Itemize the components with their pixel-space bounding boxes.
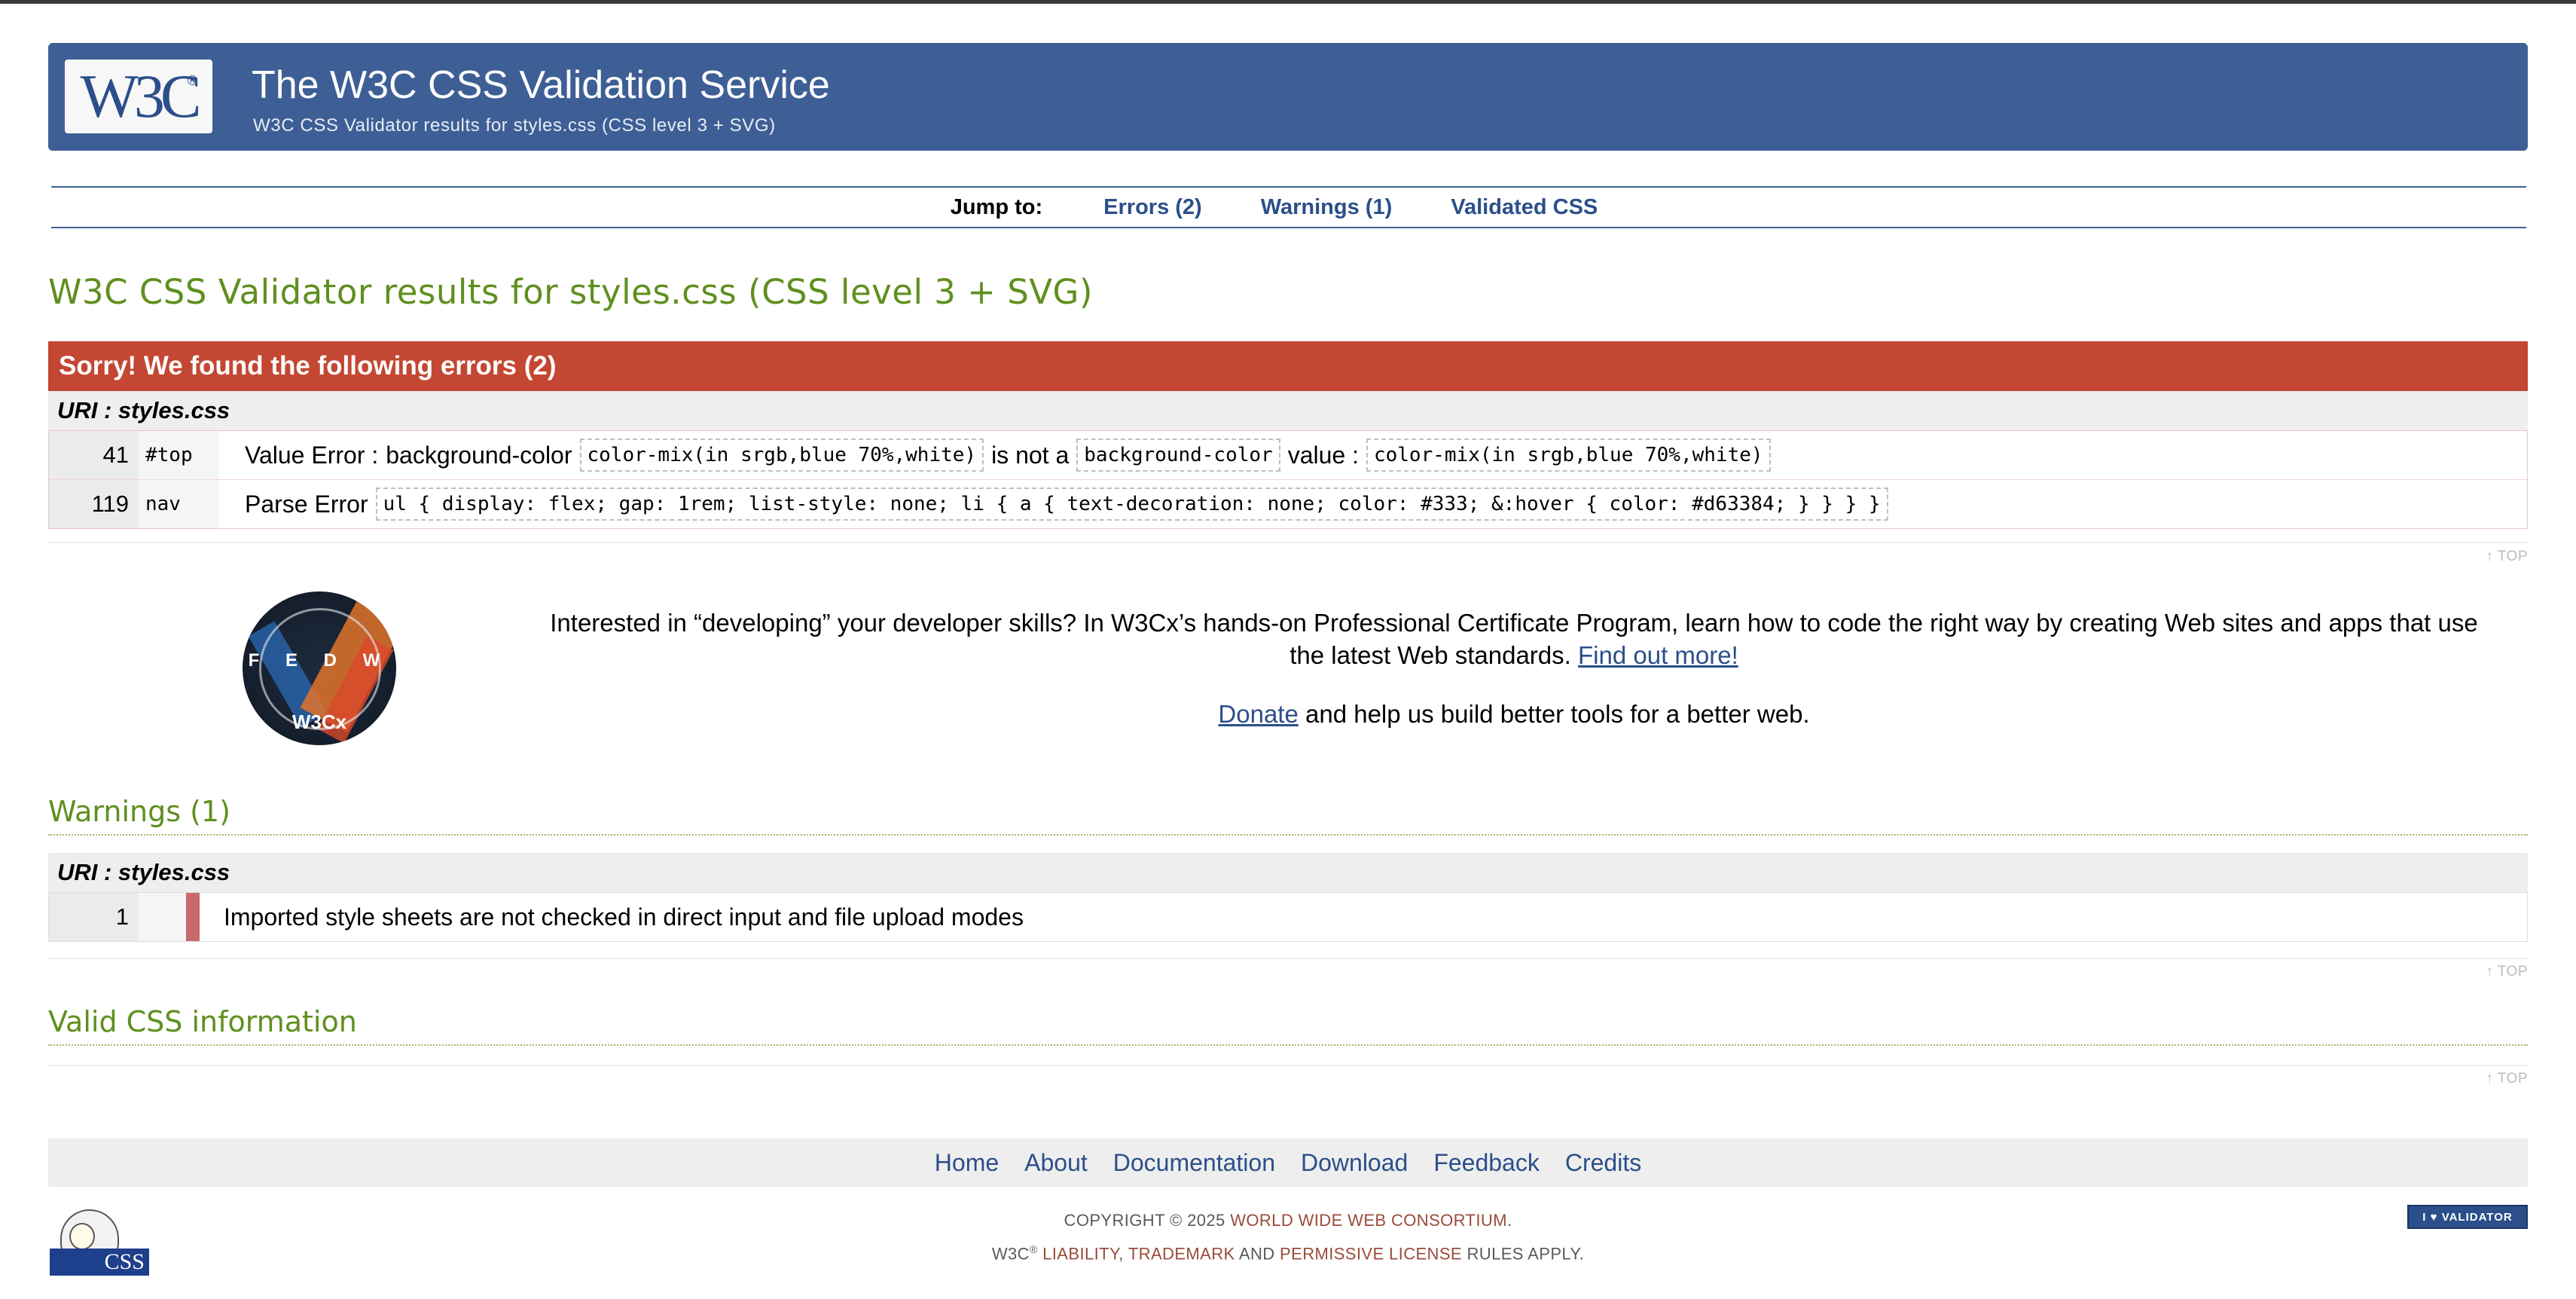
copyright-line: COPYRIGHT © 2025 WORLD WIDE WEB CONSORTI… xyxy=(1064,1211,1512,1230)
error-context: nav xyxy=(138,480,219,528)
footer-documentation-link[interactable]: Documentation xyxy=(1113,1149,1275,1177)
w3c-abbr: W3C xyxy=(991,1244,1030,1264)
divider xyxy=(48,958,2528,959)
warnings-table: 1 Imported style sheets are not checked … xyxy=(48,892,2528,942)
back-to-top-link[interactable]: ↑ TOP xyxy=(2486,1071,2528,1087)
find-out-more-link[interactable]: Find out more! xyxy=(1578,641,1738,669)
w3c-logo[interactable]: W3C ® xyxy=(65,60,212,133)
css-badge: CSS xyxy=(50,1249,149,1276)
error-type: Parse Error xyxy=(245,490,368,518)
footer-nav: Home About Documentation Download Feedba… xyxy=(48,1139,2528,1187)
w3c-consortium-link[interactable]: WORLD WIDE WEB CONSORTIUM xyxy=(1230,1211,1507,1230)
footer-feedback-link[interactable]: Feedback xyxy=(1433,1149,1540,1177)
page-header: W3C ® The W3C CSS Validation Service W3C… xyxy=(48,43,2528,151)
back-to-top-link[interactable]: ↑ TOP xyxy=(2486,549,2528,565)
jump-validated-css-link[interactable]: Validated CSS xyxy=(1451,195,1598,220)
w3cx-badge-image[interactable]: F E D W W3Cx xyxy=(243,591,396,745)
jump-errors-link[interactable]: Errors (2) xyxy=(1103,195,1202,220)
warning-message: Imported style sheets are not checked in… xyxy=(224,903,1024,931)
error-code-value: color-mix(in srgb,blue 70%,white) xyxy=(579,439,984,472)
jump-to-bar: Jump to: Errors (2) Warnings (1) Validat… xyxy=(51,186,2526,228)
copyright-notice: COPYRIGHT © 2025 WORLD WIDE WEB CONSORTI… xyxy=(753,1206,1823,1268)
warning-line-number: 1 xyxy=(49,893,138,941)
valid-css-heading: Valid CSS information xyxy=(48,1005,2528,1046)
footer-credits-link[interactable]: Credits xyxy=(1565,1149,1641,1177)
divider xyxy=(48,1065,2528,1066)
page-title: The W3C CSS Validation Service xyxy=(252,63,830,107)
error-line-number: 119 xyxy=(49,480,138,528)
footer-home-link[interactable]: Home xyxy=(935,1149,999,1177)
jump-warnings-link[interactable]: Warnings (1) xyxy=(1261,195,1393,220)
w3c-logo-text: W3C xyxy=(80,62,201,130)
trademark-link[interactable]: TRADEMARK xyxy=(1128,1244,1235,1263)
errors-banner: Sorry! We found the following errors (2) xyxy=(48,341,2528,391)
errors-table: 41 #top Value Error : background-color c… xyxy=(48,430,2528,529)
donate-line: Donate and help us build better tools fo… xyxy=(542,700,2486,729)
promo-body: Interested in “developing” your develope… xyxy=(550,609,2478,669)
error-row: 119 nav Parse Error ul { display: flex; … xyxy=(49,480,2527,528)
page-subtitle: W3C CSS Validator results for styles.css… xyxy=(253,115,776,136)
sheep-face-icon xyxy=(69,1223,95,1250)
registered-mark: ® xyxy=(187,73,197,88)
warning-level-marker xyxy=(186,893,200,941)
results-heading: W3C CSS Validator results for styles.css… xyxy=(48,272,1093,312)
error-code-value-2: color-mix(in srgb,blue 70%,white) xyxy=(1366,439,1771,472)
license-line: W3C® LIABILITY, TRADEMARK AND PERMISSIVE… xyxy=(991,1243,1585,1264)
error-code-value: ul { display: flex; gap: 1rem; list-styl… xyxy=(375,488,1888,521)
warning-context xyxy=(138,893,186,941)
error-property: background-color xyxy=(386,441,572,469)
badge-brand: W3Cx xyxy=(291,711,347,733)
footer-download-link[interactable]: Download xyxy=(1301,1149,1408,1177)
promo-text: Interested in “developing” your develope… xyxy=(542,607,2486,671)
warnings-heading: Warnings (1) xyxy=(48,795,2528,836)
divider xyxy=(48,542,2528,543)
error-code-property: background-color xyxy=(1076,439,1280,472)
jump-to-label: Jump to: xyxy=(950,194,1043,219)
css-sheep-logo[interactable]: CSS xyxy=(50,1205,152,1280)
error-line-number: 41 xyxy=(49,431,138,479)
error-context: #top xyxy=(138,431,219,479)
donate-link[interactable]: Donate xyxy=(1218,700,1298,728)
back-to-top-link[interactable]: ↑ TOP xyxy=(2486,964,2528,980)
footer-about-link[interactable]: About xyxy=(1024,1149,1088,1177)
warnings-uri: URI : styles.css xyxy=(48,853,2528,892)
donate-text: and help us build better tools for a bet… xyxy=(1298,700,1810,728)
error-message: Value Error : background-color color-mix… xyxy=(219,439,1771,472)
error-type: Value Error : xyxy=(245,441,379,469)
liability-link[interactable]: LIABILITY xyxy=(1042,1244,1119,1263)
license-link[interactable]: PERMISSIVE LICENSE xyxy=(1280,1244,1462,1263)
errors-uri: URI : styles.css xyxy=(48,391,2528,430)
error-mid-text: is not a xyxy=(991,441,1070,469)
error-row: 41 #top Value Error : background-color c… xyxy=(49,431,2527,480)
i-love-validator-badge[interactable]: I ♥ VALIDATOR xyxy=(2407,1205,2528,1229)
badge-letters: F E D W xyxy=(248,650,391,671)
error-after-text: value : xyxy=(1287,441,1359,469)
error-message: Parse Error ul { display: flex; gap: 1re… xyxy=(219,488,1888,521)
